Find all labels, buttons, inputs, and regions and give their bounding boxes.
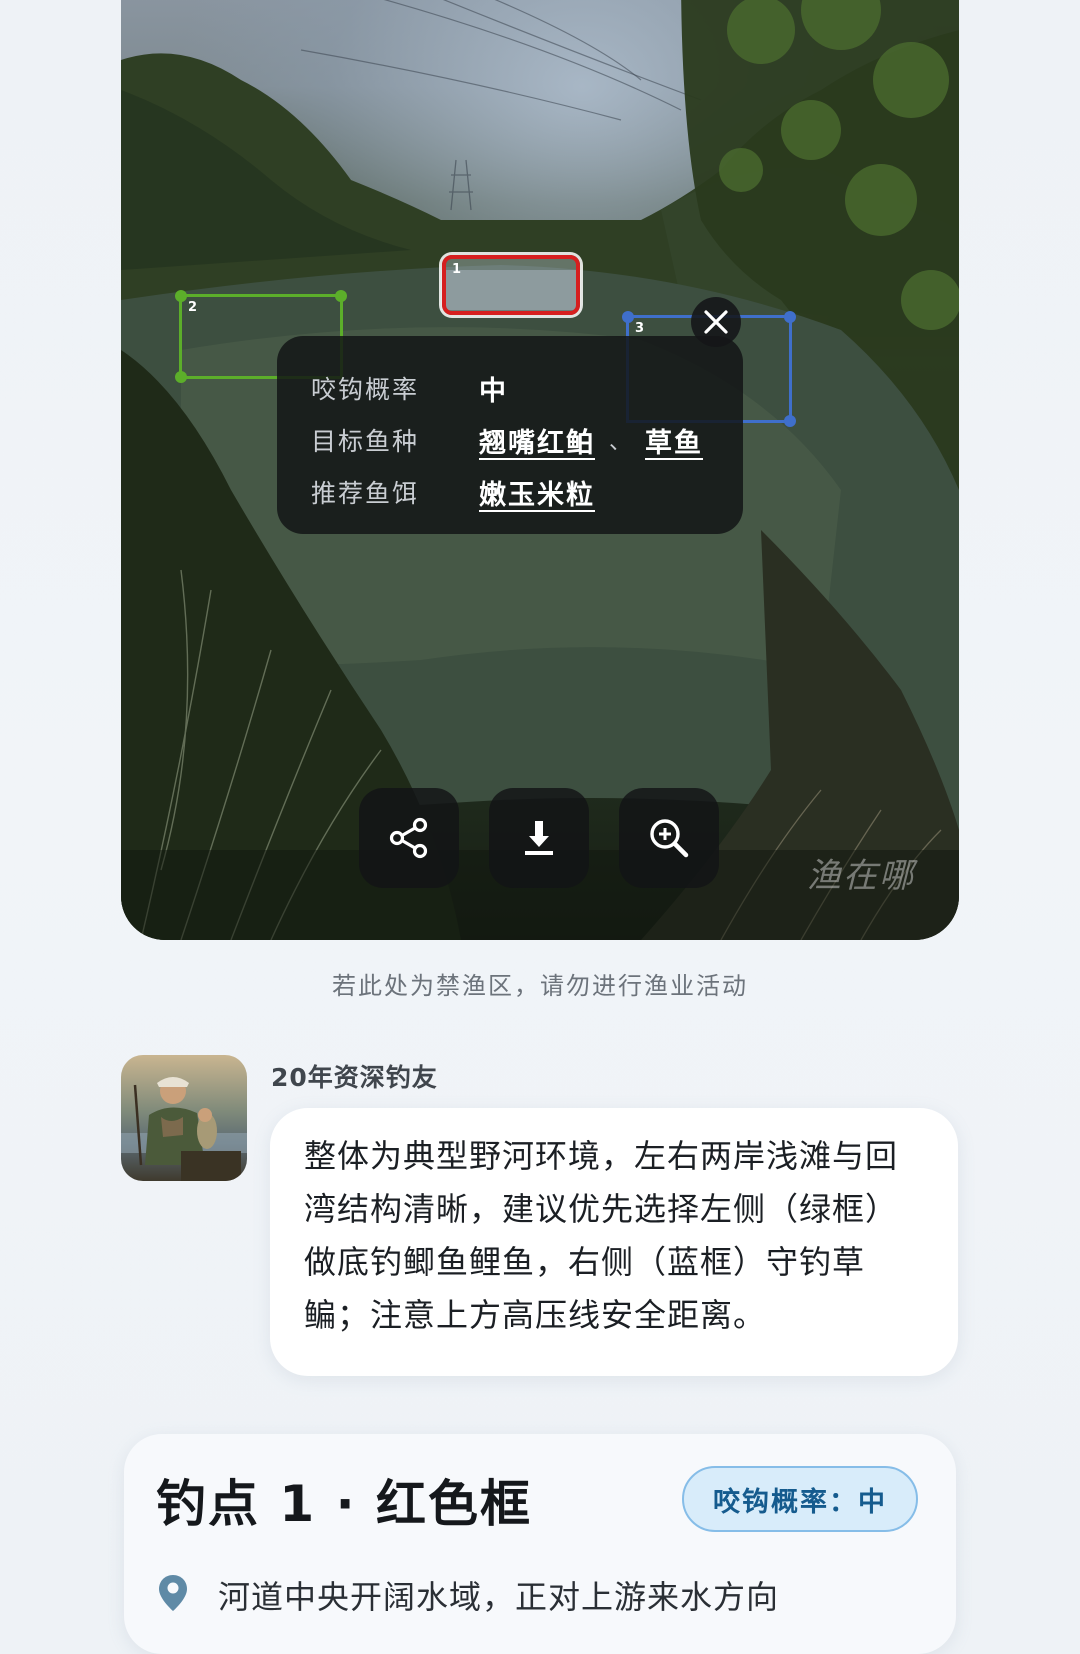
spot-title: 钓点 1 · 红色框 [156,1475,533,1533]
watermark: 渔在哪 [807,856,915,896]
detection-number: 3 [635,321,645,336]
species-link[interactable]: 草鱼 [645,421,703,460]
zoom-button[interactable] [619,788,719,888]
comment-line: 做底钓鲫鱼鲤鱼，右侧（蓝框）守钓草 [304,1243,866,1281]
box-handle [175,290,187,302]
bite-row: 咬钩概率 中 [311,370,508,407]
species-separator: 、 [609,430,632,455]
detection-number: 1 [452,262,462,277]
location-pin-icon [159,1575,187,1611]
close-button[interactable] [691,297,741,347]
bait-label: 推荐鱼饵 [311,479,420,508]
box-handle [175,371,187,383]
box-handle [784,415,796,427]
box-handle [784,311,796,323]
bite-probability-badge: 咬钩概率：中 [682,1466,918,1532]
species-link[interactable]: 翘嘴红鲌 [479,421,595,460]
avatar-image [121,1055,247,1181]
close-icon [704,310,728,334]
comment-line: 整体为典型野河环境，左右两岸浅滩与回 [304,1137,899,1175]
species-row: 目标鱼种 翘嘴红鲌 、 草鱼 [311,421,703,460]
comment-line: 鳊；注意上方高压线安全距离。 [304,1296,767,1334]
spot-card[interactable]: 钓点 1 · 红色框 咬钩概率：中 河道中央开阔水域，正对上游来水方向 [124,1434,956,1654]
bait-link[interactable]: 嫩玉米粒 [479,473,595,512]
comment-line: 湾结构清晰，建议优先选择左侧（绿框） [304,1190,899,1228]
spot-location: 河道中央开阔水域，正对上游来水方向 [218,1578,780,1616]
bite-label: 咬钩概率 [311,375,420,404]
species-label: 目标鱼种 [311,427,420,456]
zoom-in-icon [650,819,689,858]
river-photo: 1 2 3 咬钩概率 中 目标鱼种 翘嘴红鲌 、 草鱼 推荐鱼饵 嫩玉米粒 渔在… [121,0,959,940]
download-button[interactable] [489,788,589,888]
bite-value: 中 [479,375,508,407]
box-handle [335,290,347,302]
avatar[interactable] [121,1055,247,1181]
detection-number: 2 [188,300,198,315]
fishing-ban-notice: 若此处为禁渔区，请勿进行渔业活动 [332,972,748,1000]
expert-name: 20年资深钓友 [271,1063,438,1092]
detection-box-red[interactable]: 1 [442,255,580,315]
bait-row: 推荐鱼饵 嫩玉米粒 [311,473,595,512]
share-button[interactable] [359,788,459,888]
box-handle [622,311,634,323]
spot-info-popup: 咬钩概率 中 目标鱼种 翘嘴红鲌 、 草鱼 推荐鱼饵 嫩玉米粒 [277,336,743,534]
expert-comment-bubble: 整体为典型野河环境，左右两岸浅滩与回 湾结构清晰，建议优先选择左侧（绿框） 做底… [270,1108,958,1376]
share-icon [389,817,428,859]
download-icon [525,821,553,855]
